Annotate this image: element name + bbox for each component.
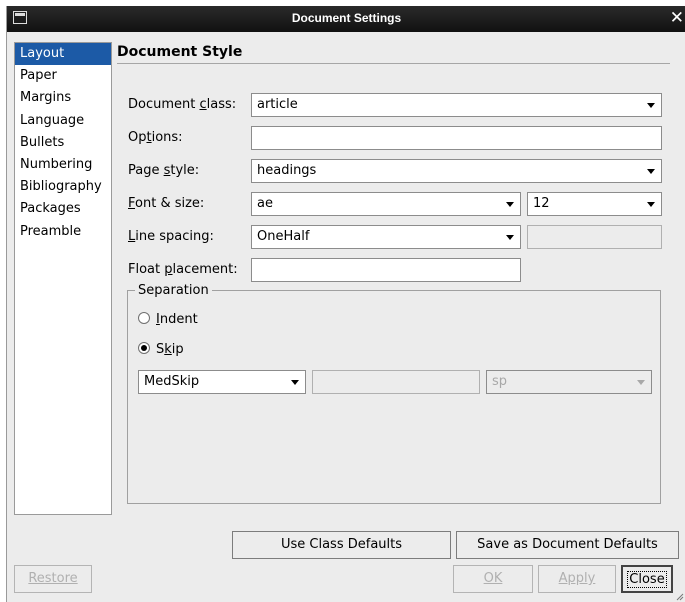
sidebar-item-bullets[interactable]: Bullets — [15, 132, 111, 154]
skip-value: MedSkip — [144, 374, 200, 389]
heading-divider — [117, 63, 670, 64]
skip-unit-select[interactable]: sp — [486, 370, 652, 394]
ok-button[interactable]: OK — [453, 565, 533, 593]
float-placement-input[interactable] — [251, 258, 521, 282]
sidebar-item-paper[interactable]: Paper — [15, 65, 111, 87]
skip-select[interactable]: MedSkip — [138, 370, 306, 394]
chevron-down-icon — [506, 202, 514, 207]
chevron-down-icon — [637, 380, 645, 385]
restore-button[interactable]: Restore — [14, 565, 92, 593]
chevron-down-icon — [506, 235, 514, 240]
line-spacing-custom-input[interactable] — [527, 225, 662, 249]
sidebar-item-packages[interactable]: Packages — [15, 198, 111, 220]
close-button[interactable]: Close — [621, 565, 673, 593]
float-placement-label: Float placement: — [128, 262, 238, 277]
options-label: Options: — [128, 130, 183, 145]
sidebar-item-bibliography[interactable]: Bibliography — [15, 176, 111, 198]
page-style-select[interactable]: headings — [251, 159, 662, 183]
separation-legend: Separation — [135, 282, 212, 300]
options-input[interactable] — [251, 126, 662, 150]
sidebar-item-layout[interactable]: Layout — [15, 43, 111, 66]
skip-radio[interactable]: Skip — [138, 338, 184, 362]
chevron-down-icon — [647, 103, 655, 108]
save-document-defaults-button[interactable]: Save as Document Defaults — [456, 531, 679, 559]
page-style-label: Page style: — [128, 163, 200, 178]
font-size-label: Font & size: — [128, 196, 205, 211]
window-title: Document Settings — [291, 11, 402, 25]
line-spacing-select[interactable]: OneHalf — [251, 225, 521, 249]
font-value: ae — [257, 196, 273, 211]
chevron-down-icon — [647, 169, 655, 174]
indent-radio[interactable]: Indent — [138, 308, 198, 332]
page-style-value: headings — [257, 163, 317, 178]
resize-grip-icon[interactable] — [676, 593, 684, 601]
sidebar-item-numbering[interactable]: Numbering — [15, 154, 111, 176]
font-size-value: 12 — [533, 196, 550, 211]
skip-length-input[interactable] — [312, 370, 480, 394]
title-bar[interactable]: Document Settings ✕ — [7, 6, 685, 32]
document-class-value: article — [257, 97, 298, 112]
font-size-select[interactable]: 12 — [527, 192, 662, 216]
document-class-select[interactable]: article — [251, 93, 662, 117]
panel-heading: Document Style — [117, 44, 243, 60]
chevron-down-icon — [647, 202, 655, 207]
font-select[interactable]: ae — [251, 192, 521, 216]
sidebar-item-preamble[interactable]: Preamble — [15, 221, 111, 243]
line-spacing-label: Line spacing: — [128, 229, 214, 244]
separation-group — [127, 290, 661, 504]
close-button-label: Close — [627, 571, 667, 588]
radio-off-icon — [138, 312, 150, 324]
line-spacing-value: OneHalf — [257, 229, 310, 244]
apply-button[interactable]: Apply — [538, 565, 616, 593]
category-list[interactable]: Layout Paper Margins Language Bullets Nu… — [14, 42, 112, 515]
radio-on-icon — [138, 342, 150, 354]
use-class-defaults-button[interactable]: Use Class Defaults — [232, 531, 451, 559]
skip-unit-value: sp — [492, 374, 508, 389]
chevron-down-icon — [291, 380, 299, 385]
sidebar-item-language[interactable]: Language — [15, 110, 111, 132]
window-close-icon[interactable]: ✕ — [670, 8, 684, 28]
sidebar-item-margins[interactable]: Margins — [15, 87, 111, 109]
document-class-label: Document class: — [128, 97, 237, 112]
